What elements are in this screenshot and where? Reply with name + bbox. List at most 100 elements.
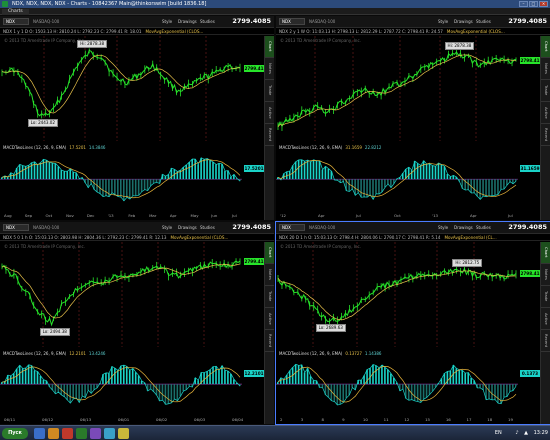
sidebar-tab-1[interactable]: Notes bbox=[541, 264, 550, 286]
drawings-button[interactable]: Drawings bbox=[454, 18, 473, 25]
studies-button[interactable]: Studies bbox=[200, 18, 215, 25]
x-axis-tick: Feb bbox=[128, 213, 136, 218]
macd-title[interactable]: MACDTwoLines (12, 26, 9, EMA) bbox=[279, 351, 342, 356]
browser-icon[interactable] bbox=[34, 428, 45, 439]
macd-plot[interactable]: MACDTwoLines (12, 26, 9, EMA) 0.13727 1.14… bbox=[276, 350, 518, 412]
macd-axis[interactable]: 31.1659 bbox=[518, 144, 540, 208]
minimize-button[interactable]: – bbox=[519, 1, 528, 7]
price-axis[interactable]: 2799.41 bbox=[242, 242, 264, 347]
style-button[interactable]: Style bbox=[438, 224, 448, 231]
studies-button[interactable]: Studies bbox=[476, 224, 491, 231]
macd-histogram-bar bbox=[215, 164, 217, 180]
study-label[interactable]: MovAvgExponential (CLOS... bbox=[447, 29, 505, 34]
chart-pane-4[interactable]: NDX NASDAQ-100 Style Drawings Studies 2799.40… bbox=[275, 221, 550, 425]
study-label[interactable]: MovAvgExponential (CLOS... bbox=[171, 235, 229, 240]
sidebar-tab-3[interactable]: Active bbox=[265, 102, 274, 124]
sidebar-tab-0[interactable]: Chart bbox=[541, 36, 550, 58]
macd-title[interactable]: MACDTwoLines (12, 26, 9, EMA) bbox=[3, 145, 66, 150]
price-axis[interactable]: 2798.41 bbox=[518, 36, 540, 141]
price-plot[interactable]: © 2013 TD Ameritrade IP Company, Inc. Lo:… bbox=[0, 242, 242, 347]
sidebar-tab-4[interactable]: Recent bbox=[265, 330, 274, 352]
app-icon-5[interactable] bbox=[90, 428, 101, 439]
macd-histogram-bar bbox=[42, 159, 45, 180]
macd-histogram-bar bbox=[309, 376, 312, 385]
macd-histogram-bar bbox=[209, 160, 211, 180]
x-axis-tick: 8 bbox=[321, 417, 324, 422]
drawings-button[interactable]: Drawings bbox=[454, 224, 473, 231]
sidebar-tab-1[interactable]: Notes bbox=[265, 264, 274, 286]
symbol-input[interactable]: NDX bbox=[279, 18, 305, 25]
chart-pane-3[interactable]: NDX NASDAQ-100 Style Drawings Studies 2799.40… bbox=[0, 222, 274, 424]
macd-histogram-bar bbox=[66, 384, 69, 401]
media-icon[interactable] bbox=[62, 428, 73, 439]
price-axis[interactable]: 2798.41 bbox=[518, 242, 540, 347]
symbol-input[interactable]: NDX bbox=[279, 224, 305, 231]
app-icon-7[interactable] bbox=[118, 428, 129, 439]
chart-pane-1[interactable]: NDX NASDAQ-100 Style Drawings Studies 2799.40… bbox=[0, 16, 274, 220]
macd-histogram-bar bbox=[1, 177, 3, 180]
study-label[interactable]: MovAvgExponential (CL... bbox=[444, 235, 496, 240]
sidebar-tab-1[interactable]: Notes bbox=[265, 58, 274, 80]
price-plot[interactable]: © 2013 TD Ameritrade IP Company, Inc. Hi:… bbox=[0, 36, 242, 141]
symbol-input[interactable]: NDX bbox=[3, 224, 29, 231]
window-titlebar: NDX, NDX, NDX, NDX - Charts - 10842367 M… bbox=[0, 0, 550, 8]
close-button[interactable]: × bbox=[539, 1, 548, 7]
sidebar-tab-3[interactable]: Active bbox=[265, 308, 274, 330]
sidebar-tab-2[interactable]: Trade bbox=[541, 80, 550, 102]
macd-histogram-bar bbox=[69, 168, 72, 180]
style-button[interactable]: Style bbox=[162, 18, 172, 25]
macd-plot[interactable]: MACDTwoLines (12, 26, 9, EMA) 12.2101 13.4… bbox=[0, 350, 242, 412]
macd-histogram-bar bbox=[312, 159, 315, 180]
tab-charts[interactable]: Charts bbox=[2, 9, 29, 15]
folder-icon[interactable] bbox=[48, 428, 59, 439]
macd-histogram-bar bbox=[140, 179, 143, 192]
app-icon-6[interactable] bbox=[104, 428, 115, 439]
macd-histogram-bar bbox=[90, 384, 92, 394]
study-label[interactable]: MovAvgExponential (CLOS... bbox=[145, 29, 203, 34]
sidebar-tab-0[interactable]: Chart bbox=[265, 242, 274, 264]
macd-plot[interactable]: MACDTwoLines (12, 26, 9, EMA) 31.1659 22.8… bbox=[276, 144, 518, 208]
macd-histogram-bar bbox=[339, 384, 342, 405]
network-icon[interactable]: ▲ bbox=[524, 430, 528, 436]
style-button[interactable]: Style bbox=[162, 224, 172, 231]
studies-button[interactable]: Studies bbox=[476, 18, 491, 25]
maximize-button[interactable]: □ bbox=[529, 1, 538, 7]
sidebar-tab-2[interactable]: Trade bbox=[541, 286, 550, 308]
macd-histogram-bar bbox=[297, 159, 300, 180]
studies-button[interactable]: Studies bbox=[200, 224, 215, 231]
macd-title[interactable]: MACDTwoLines (12, 26, 9, EMA) bbox=[279, 145, 342, 150]
language-indicator[interactable]: EN bbox=[495, 430, 502, 436]
macd-plot[interactable]: MACDTwoLines (12, 26, 9, EMA) 17.5201 14.3… bbox=[0, 144, 242, 208]
price-plot[interactable]: © 2013 TD Ameritrade IP Company, Inc. Hi:… bbox=[276, 36, 518, 141]
sidebar-tab-4[interactable]: Recent bbox=[265, 124, 274, 146]
style-button[interactable]: Style bbox=[438, 18, 448, 25]
sidebar-tab-3[interactable]: Active bbox=[541, 102, 550, 124]
macd-histogram-bar bbox=[488, 179, 490, 196]
macd-histogram-bar bbox=[437, 162, 440, 180]
quote-info-bar: NDX 5 0 1 h O: 15:03.13 O: 2803.98 H: 28… bbox=[0, 234, 274, 241]
macd-axis[interactable]: 0.1373 bbox=[518, 350, 540, 412]
price-axis[interactable]: 2799.41 bbox=[242, 36, 264, 141]
macd-histogram-bar bbox=[45, 160, 48, 180]
sidebar-tab-2[interactable]: Trade bbox=[265, 80, 274, 102]
macd-axis[interactable]: 17.5201 bbox=[242, 144, 264, 208]
macd-title[interactable]: MACDTwoLines (12, 26, 9, EMA) bbox=[3, 351, 66, 356]
sidebar-tab-1[interactable]: Notes bbox=[541, 58, 550, 80]
price-plot[interactable]: © 2013 TD Ameritrade IP Company, Inc. Hi:… bbox=[276, 242, 518, 347]
drawings-button[interactable]: Drawings bbox=[178, 18, 197, 25]
macd-histogram-bar bbox=[134, 179, 137, 196]
copyright-text: © 2013 TD Ameritrade IP Company, Inc. bbox=[4, 244, 85, 249]
start-button[interactable]: Пуск bbox=[2, 428, 28, 439]
drawings-button[interactable]: Drawings bbox=[178, 224, 197, 231]
sidebar-tab-0[interactable]: Chart bbox=[265, 36, 274, 58]
thinkorswim-icon[interactable] bbox=[76, 428, 87, 439]
speaker-icon[interactable]: ♪ bbox=[515, 430, 518, 436]
symbol-input[interactable]: NDX bbox=[3, 18, 29, 25]
sidebar-tab-2[interactable]: Trade bbox=[265, 286, 274, 308]
chart-pane-2[interactable]: NDX NASDAQ-100 Style Drawings Studies 2799.40… bbox=[276, 16, 550, 220]
macd-axis[interactable]: 12.2101 bbox=[242, 350, 264, 412]
sidebar-tab-3[interactable]: Active bbox=[541, 308, 550, 330]
sidebar-tab-4[interactable]: Recent bbox=[541, 330, 550, 352]
sidebar-tab-4[interactable]: Recent bbox=[541, 124, 550, 146]
sidebar-tab-0[interactable]: Chart bbox=[541, 242, 550, 264]
